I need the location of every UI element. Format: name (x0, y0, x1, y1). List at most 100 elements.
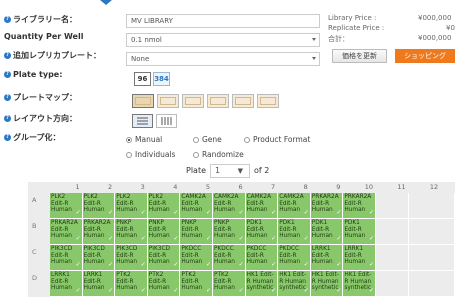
well-text: PRKAR2A (311, 194, 339, 200)
well-text: Edit-R (83, 278, 101, 285)
plate-well[interactable]: PNKP Edit-R Human ✓ (213, 219, 246, 245)
pager-label: Plate (186, 166, 207, 175)
column-header: 1 (75, 183, 80, 191)
plate-well-empty[interactable] (408, 271, 455, 297)
check-icon: ✓ (75, 235, 81, 243)
layout-horizontal-button[interactable] (132, 114, 153, 128)
plate-map-option-5[interactable] (232, 94, 254, 108)
well-text: Edit-R (279, 226, 297, 233)
shopping-button[interactable]: ショッピング (395, 49, 455, 63)
plate-well[interactable]: PDK1 Edit-R Human ✓ (343, 219, 376, 245)
plate-well[interactable]: PRKAR2A Edit-R Human ✓ (82, 219, 116, 245)
chevron-down-icon (312, 57, 316, 60)
plate-well[interactable]: PDK1 Edit-R Human ✓ (245, 219, 279, 245)
plate-select[interactable]: 1 ▼ (210, 164, 250, 178)
replicate-label: ? 追加レプリカプレート： (4, 50, 101, 61)
plate-well[interactable]: PRKAR2A Edit-R Human ✓ (343, 193, 376, 219)
plate-well[interactable]: PTK2 Edit-R Human ✓ (213, 271, 246, 297)
plate-well[interactable]: HK1 Edit- R Human synthetic ✓ (278, 271, 311, 297)
plate-well[interactable]: LRRK1 Edit-R Human ✓ (310, 245, 344, 271)
plate-well[interactable]: PNKP Edit-R Human ✓ (115, 219, 148, 245)
well-text: PNKP (214, 220, 230, 226)
quantity-select[interactable]: 0.1 nmol (126, 33, 320, 47)
plate-well[interactable]: PLK2 Edit-R Human ✓ (147, 193, 181, 219)
plate-well-empty[interactable] (376, 193, 409, 219)
plate-well[interactable]: LRRK1 Edit-R Human ✓ (343, 245, 376, 271)
radio-icon (126, 151, 132, 158)
well-text: R Human (311, 278, 339, 285)
check-icon: ✓ (271, 261, 277, 269)
plate-well[interactable]: HK1 Edit- R Human synthetic ✓ (310, 271, 344, 297)
plate-well[interactable]: PRKAR2A Edit-R Human ✓ (50, 219, 83, 245)
plate-map-option-1[interactable] (132, 94, 154, 108)
plate-well[interactable]: PIK3CD Edit-R Human ✓ (147, 245, 181, 271)
plate-well[interactable]: PTK2 Edit-R Human ✓ (147, 271, 181, 297)
plate-well[interactable]: PIK3CD Edit-R Human ✓ (115, 245, 148, 271)
update-price-button[interactable]: 価格を更新 (332, 49, 387, 63)
check-icon: ✓ (336, 235, 342, 243)
well-text: Edit-R (279, 252, 297, 259)
plate-well[interactable]: PNKP Edit-R Human ✓ (180, 219, 213, 245)
plate-map-option-4[interactable] (207, 94, 229, 108)
plate-map-option-3[interactable] (182, 94, 204, 108)
plate-well[interactable]: HK1 Edit- R Human synthetic ✓ (343, 271, 376, 297)
well-text: LRRK1 (83, 272, 103, 278)
group-option-manual[interactable]: Manual (126, 135, 162, 144)
well-text: PLK2 (83, 194, 98, 200)
well-text: Edit-R (214, 226, 232, 233)
plate-well[interactable]: PRKAR2A Edit-R Human ✓ (310, 193, 344, 219)
well-text: PLK2 (51, 194, 66, 200)
plate-well[interactable]: HK1 Edit- R Human synthetic ✓ (245, 271, 279, 297)
plate-well[interactable]: PLK2 Edit-R Human ✓ (115, 193, 148, 219)
plate-well[interactable]: PLK2 Edit-R Human ✓ (50, 193, 83, 219)
plate-well-empty[interactable] (408, 245, 455, 271)
plate-well-empty[interactable] (376, 245, 409, 271)
group-option-randomize[interactable]: Randomize (193, 150, 244, 159)
group-option-product-format[interactable]: Product Format (244, 135, 310, 144)
well-text: PKDCC (246, 246, 267, 252)
plate-well[interactable]: PDK1 Edit-R Human ✓ (278, 219, 311, 245)
library-name-input[interactable]: MV LIBRARY (126, 14, 320, 28)
plate-well[interactable]: PTK2 Edit-R Human ✓ (115, 271, 148, 297)
plate-well-empty[interactable] (376, 219, 409, 245)
plate-well[interactable]: LRRK1 Edit-R Human ✓ (82, 271, 116, 297)
check-icon: ✓ (238, 287, 244, 295)
plate-well[interactable]: CAMK2A Edit-R Human ✓ (278, 193, 311, 219)
horizontal-lines-icon (137, 117, 148, 125)
info-icon: ? (4, 16, 11, 23)
well-text: HK1 Edit- (279, 272, 307, 278)
replicate-select[interactable]: None (126, 52, 320, 66)
plate-well[interactable]: PIK3CD Edit-R Human ✓ (82, 245, 116, 271)
plate-well[interactable]: PNKP Edit-R Human ✓ (147, 219, 181, 245)
plate-map-option-6[interactable] (257, 94, 279, 108)
plate-well[interactable]: PTK2 Edit-R Human ✓ (180, 271, 213, 297)
check-icon: ✓ (205, 287, 211, 295)
layout-vertical-button[interactable] (156, 114, 177, 128)
plate-well-empty[interactable] (408, 193, 455, 219)
plate-well[interactable]: PLK2 Edit-R Human ✓ (82, 193, 116, 219)
plate-type-384-button[interactable]: 384 (153, 72, 170, 86)
plate-well-empty[interactable] (376, 271, 409, 297)
plate-well[interactable]: LRRK1 Edit-R Human ✓ (50, 271, 83, 297)
plate-well-empty[interactable] (408, 219, 455, 245)
check-icon: ✓ (336, 287, 342, 295)
plate-well[interactable]: PIK3CD Edit-R Human ✓ (50, 245, 83, 271)
plate-well[interactable]: CAMK2A Edit-R Human ✓ (180, 193, 213, 219)
total-label: 合計： (328, 35, 349, 43)
group-option-gene[interactable]: Gene (193, 135, 222, 144)
plate-well[interactable]: CAMK2A Edit-R Human ✓ (213, 193, 246, 219)
check-icon: ✓ (303, 209, 309, 217)
plate-well[interactable]: PDK1 Edit-R Human ✓ (310, 219, 344, 245)
group-option-individuals[interactable]: Individuals (126, 150, 175, 159)
check-icon: ✓ (140, 209, 146, 217)
plate-map-option-2[interactable] (157, 94, 179, 108)
plate-well[interactable]: CAMK2A Edit-R Human ✓ (245, 193, 279, 219)
check-icon: ✓ (368, 235, 374, 243)
plate-well[interactable]: PKDCC Edit-R Human ✓ (245, 245, 279, 271)
plate-well[interactable]: PKDCC Edit-R Human ✓ (213, 245, 246, 271)
info-icon: ? (4, 94, 11, 101)
plate-well[interactable]: PKDCC Edit-R Human ✓ (180, 245, 213, 271)
well-text: Edit-R (51, 226, 69, 233)
plate-type-96-button[interactable]: 96 (134, 72, 151, 86)
plate-well[interactable]: PKDCC Edit-R Human ✓ (278, 245, 311, 271)
